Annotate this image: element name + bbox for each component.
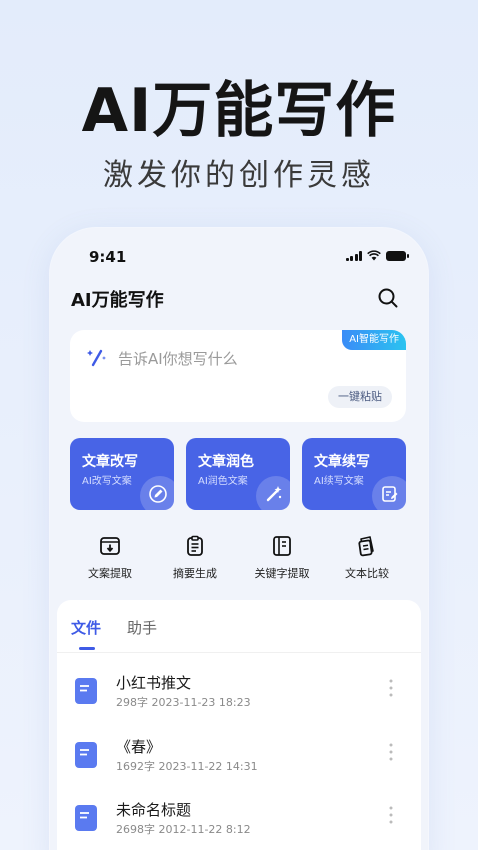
quick-action-label: 文案提取 bbox=[88, 567, 132, 580]
files-panel: 文件 助手 小红书推文 298字 2023-11-23 18:23 《春》 16… bbox=[57, 600, 421, 850]
file-meta: 2698字 2012-11-22 8:12 bbox=[116, 823, 251, 836]
hero-title: AI万能写作 bbox=[81, 76, 397, 146]
more-vertical-icon[interactable] bbox=[389, 805, 393, 825]
tool-card-continue[interactable]: 文章续写 AI续写文案 bbox=[302, 438, 406, 510]
document-icon bbox=[75, 742, 97, 768]
file-row[interactable]: 小红书推文 298字 2023-11-23 18:23 bbox=[57, 672, 421, 734]
magic-wand-icon bbox=[266, 486, 282, 502]
document-icon bbox=[75, 805, 97, 831]
clipboard-icon bbox=[187, 535, 203, 556]
battery-icon bbox=[386, 250, 409, 261]
wifi-icon bbox=[367, 250, 381, 261]
edit-doc-icon bbox=[382, 486, 398, 502]
download-box-icon bbox=[100, 537, 120, 555]
more-vertical-icon[interactable] bbox=[389, 678, 393, 698]
file-title: 《春》 bbox=[116, 738, 162, 756]
quick-action-keywords[interactable]: 关键字提取 bbox=[242, 534, 322, 581]
tool-desc: AI续写文案 bbox=[314, 476, 364, 487]
notebook-icon bbox=[273, 536, 291, 556]
sparkle-icon bbox=[87, 349, 106, 367]
file-meta: 1692字 2023-11-22 14:31 bbox=[116, 760, 258, 773]
tool-title: 文章润色 bbox=[198, 454, 254, 470]
hero-subtitle: 激发你的创作灵感 bbox=[103, 158, 375, 193]
tool-card-rewrite[interactable]: 文章改写 AI改写文案 bbox=[70, 438, 174, 510]
file-row[interactable]: 《春》 1692字 2023-11-22 14:31 bbox=[57, 736, 421, 798]
status-icons bbox=[345, 250, 409, 261]
tool-card-polish[interactable]: 文章润色 AI润色文案 bbox=[186, 438, 290, 510]
tab-assistant[interactable]: 助手 bbox=[127, 617, 157, 638]
signal-icon bbox=[345, 250, 362, 261]
pen-icon bbox=[149, 485, 167, 503]
status-time: 9:41 bbox=[89, 248, 127, 266]
file-row[interactable]: 未命名标题 2698字 2012-11-22 8:12 bbox=[57, 799, 421, 850]
compare-doc-icon bbox=[358, 536, 374, 557]
more-vertical-icon[interactable] bbox=[389, 742, 393, 762]
quick-action-summary[interactable]: 摘要生成 bbox=[155, 534, 235, 581]
quick-action-label: 文本比较 bbox=[345, 567, 389, 580]
file-meta: 298字 2023-11-23 18:23 bbox=[116, 696, 251, 709]
prompt-input-card[interactable]: AI智能写作 告诉AI你想写什么 一键粘贴 bbox=[70, 330, 406, 422]
quick-action-extract-copy[interactable]: 文案提取 bbox=[70, 534, 150, 581]
app-title: AI万能写作 bbox=[71, 290, 164, 311]
tool-desc: AI润色文案 bbox=[198, 476, 248, 487]
divider bbox=[57, 652, 421, 653]
prompt-placeholder[interactable]: 告诉AI你想写什么 bbox=[118, 348, 238, 369]
file-title: 未命名标题 bbox=[116, 801, 192, 819]
paste-button[interactable]: 一键粘贴 bbox=[328, 386, 392, 408]
document-icon bbox=[75, 678, 97, 704]
tool-title: 文章改写 bbox=[82, 454, 138, 470]
quick-action-compare[interactable]: 文本比较 bbox=[327, 534, 407, 581]
ai-writing-badge: AI智能写作 bbox=[342, 330, 406, 350]
tab-indicator bbox=[79, 647, 95, 650]
search-icon[interactable] bbox=[376, 286, 400, 310]
quick-action-label: 摘要生成 bbox=[173, 567, 217, 580]
quick-action-label: 关键字提取 bbox=[254, 567, 310, 580]
tab-files[interactable]: 文件 bbox=[71, 617, 101, 638]
phone-mockup: 9:41 AI万能写作 AI智能写作 告诉AI你想写什么 一键粘贴 文章改写 A… bbox=[50, 228, 428, 850]
tool-desc: AI改写文案 bbox=[82, 476, 132, 487]
tool-title: 文章续写 bbox=[314, 454, 370, 470]
file-title: 小红书推文 bbox=[116, 674, 192, 692]
